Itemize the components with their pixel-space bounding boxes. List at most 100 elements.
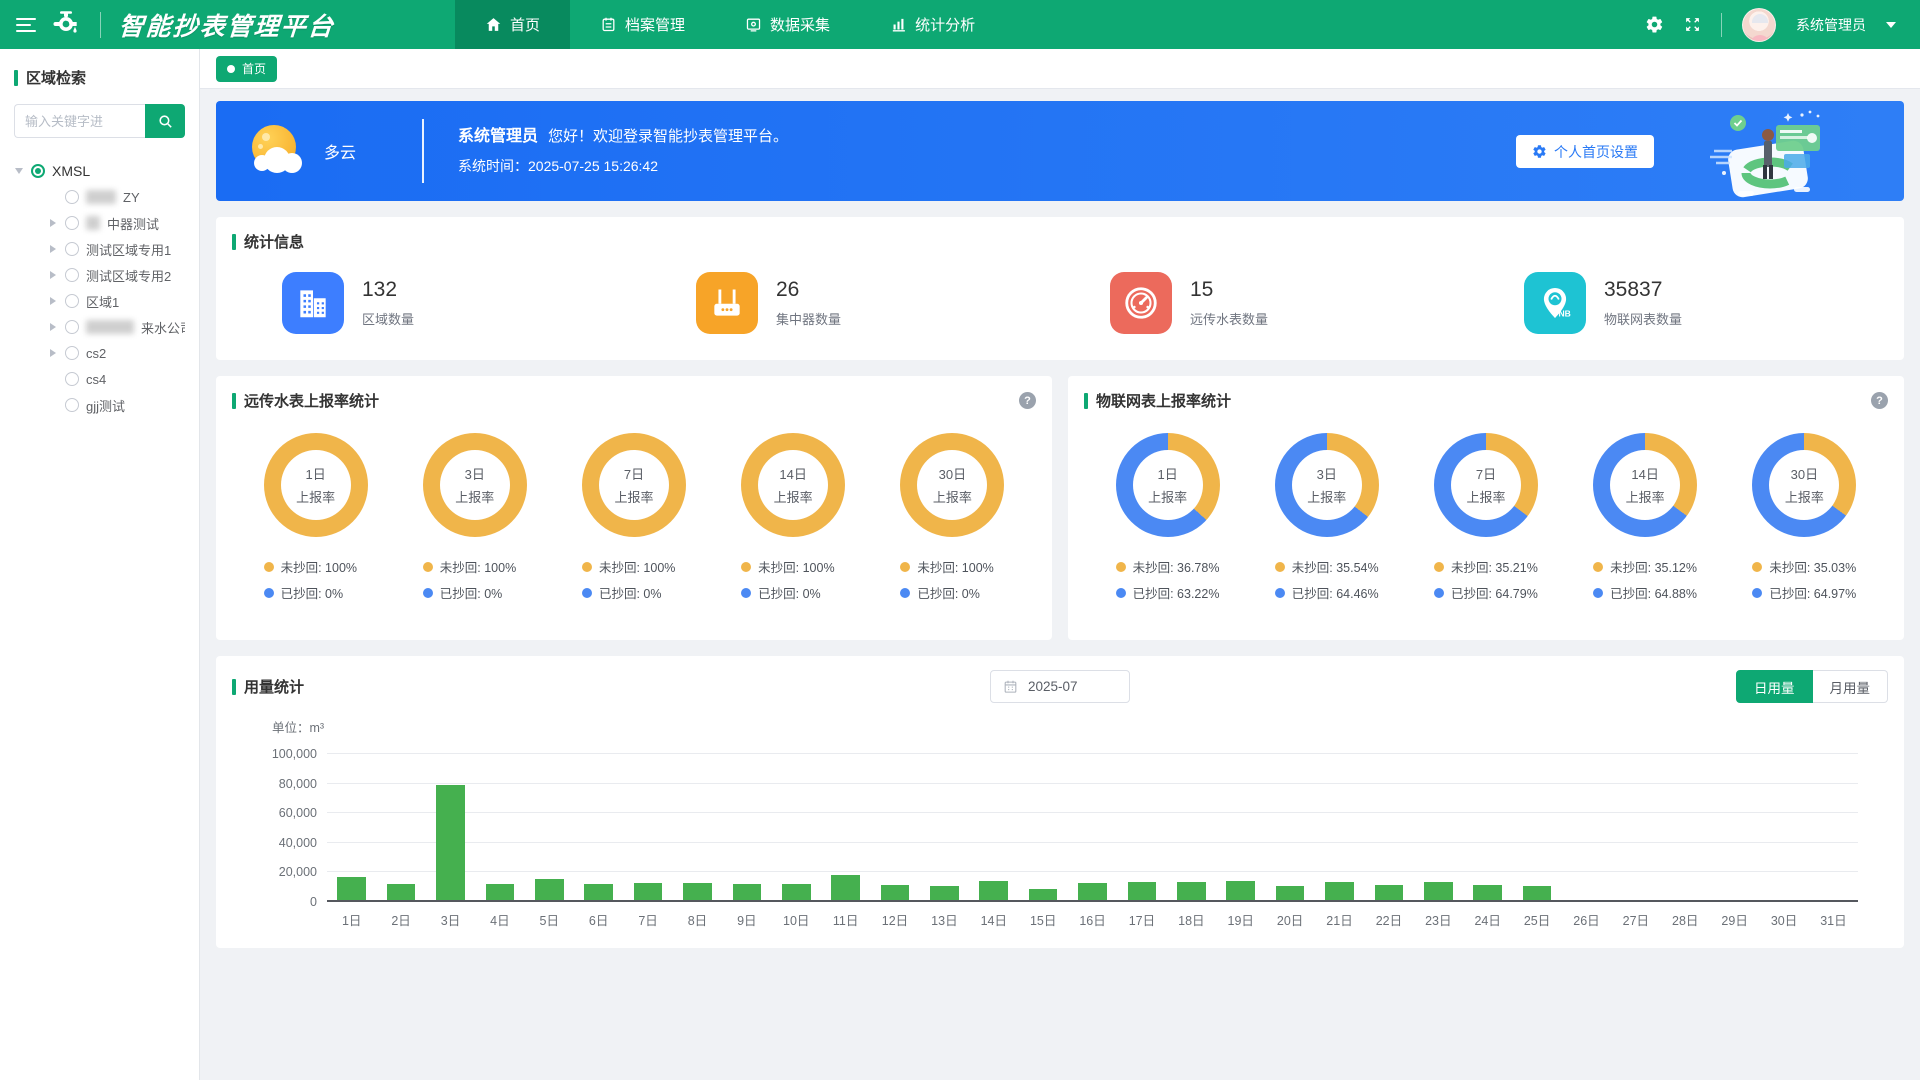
tree-node[interactable]: 中器测试 (14, 210, 185, 236)
top-navbar: 智能抄表管理平台 首页 档案管理 数据采集 统计分析 系统管理员 (0, 0, 1920, 49)
user-menu-caret-icon[interactable] (1886, 22, 1896, 28)
month-picker[interactable]: 2025-07 (990, 670, 1130, 703)
radio-unselected[interactable] (65, 216, 79, 230)
app-title: 智能抄表管理平台 (118, 7, 337, 43)
tree-node[interactable]: 测试区域专用1 (14, 236, 185, 262)
donut-ring: 30日上报率 (1752, 433, 1856, 537)
search-button[interactable] (145, 104, 185, 138)
tree-node[interactable]: cs4 (14, 366, 185, 392)
tree-node-label: ZY (123, 190, 140, 205)
tree-node-label: cs2 (86, 346, 106, 361)
tree-node[interactable]: cs2 (14, 340, 185, 366)
legend-dot-icon (423, 588, 433, 598)
tree-node[interactable]: gjj测试 (14, 392, 185, 418)
main-content: 首页 多云 系统管理员您好！欢迎登录智能抄表管理平台。 系统时间：2025-07… (200, 49, 1920, 1080)
radio-unselected[interactable] (65, 268, 79, 282)
calendar-icon (1003, 679, 1018, 694)
tag-home[interactable]: 首页 (216, 56, 277, 82)
legend-row: 未抄回: 35.21% (1434, 557, 1538, 576)
usage-bar-23日[interactable] (1424, 882, 1453, 902)
stat-value: 15 (1190, 278, 1268, 302)
tree-node-root[interactable]: XMSL (14, 158, 185, 184)
legend-row: 未抄回: 100% (741, 557, 834, 576)
monthly-usage-button[interactable]: 月用量 (1813, 670, 1889, 703)
nav-tab-home[interactable]: 首页 (455, 0, 570, 49)
tree-node[interactable]: 来水公司 (14, 314, 185, 340)
y-tick-label: 0 (310, 895, 317, 909)
expand-caret-icon[interactable] (50, 297, 56, 305)
sidebar: 区域检索 XMSL ZY中器测试测试区域专用1测试区域专用2区域1来水公司cs2… (0, 49, 200, 1080)
personal-home-settings-button[interactable]: 个人首页设置 (1516, 135, 1654, 168)
fullscreen-icon[interactable] (1684, 16, 1701, 33)
help-icon[interactable]: ? (1871, 392, 1888, 409)
search-icon (157, 113, 174, 130)
usage-bar-21日[interactable] (1325, 882, 1354, 902)
radio-unselected[interactable] (65, 294, 79, 308)
nav-tab-statistics[interactable]: 统计分析 (860, 0, 1005, 49)
legend-dot-icon (1434, 562, 1444, 572)
legend-row: 已抄回: 0% (264, 583, 357, 602)
hamburger-menu-icon[interactable] (16, 18, 36, 32)
x-tick-label: 27日 (1611, 910, 1660, 929)
settings-gear-icon[interactable] (1645, 15, 1664, 34)
usage-bar-5日[interactable] (535, 879, 564, 902)
stat-label: 远传水表数量 (1190, 309, 1268, 328)
expand-caret-icon[interactable] (50, 323, 56, 331)
radio-unselected[interactable] (65, 242, 79, 256)
usage-bar-1日[interactable] (337, 877, 366, 902)
radio-unselected[interactable] (65, 398, 79, 412)
help-icon[interactable]: ? (1019, 392, 1036, 409)
expand-caret-icon[interactable] (50, 349, 56, 357)
x-tick-label: 24日 (1463, 910, 1512, 929)
usage-bar-11日[interactable] (831, 875, 860, 902)
usage-bar-14日[interactable] (979, 881, 1008, 902)
region-search-input[interactable] (14, 104, 145, 138)
x-tick-label: 31日 (1809, 910, 1858, 929)
legend-row: 未抄回: 100% (582, 557, 675, 576)
expand-caret-icon[interactable] (50, 245, 56, 253)
donut-1日: 1日上报率未抄回: 36.78%已抄回: 63.22% (1116, 433, 1220, 602)
x-tick-label: 1日 (327, 910, 376, 929)
nav-tab-archives[interactable]: 档案管理 (570, 0, 715, 49)
legend-dot-icon (741, 588, 751, 598)
y-tick-label: 60,000 (279, 806, 317, 820)
x-tick-label: 8日 (673, 910, 722, 929)
donut-7日: 7日上报率未抄回: 100%已抄回: 0% (582, 433, 686, 602)
usage-bar-3日[interactable] (436, 785, 465, 902)
expand-caret-icon[interactable] (50, 271, 56, 279)
usage-bar-18日[interactable] (1177, 882, 1206, 902)
legend-row: 已抄回: 63.22% (1116, 583, 1220, 602)
legend-dot-icon (900, 588, 910, 598)
legend-dot-icon (423, 562, 433, 572)
stat-card-concentrators: 26集中器数量 (646, 272, 1060, 334)
radio-unselected[interactable] (65, 372, 79, 386)
donut-legend: 未抄回: 36.78%已抄回: 63.22% (1116, 557, 1220, 602)
tree-node[interactable]: ZY (14, 184, 185, 210)
donut-ring: 30日上报率 (900, 433, 1004, 537)
radio-unselected[interactable] (65, 190, 79, 204)
building-icon (282, 272, 344, 334)
radio-unselected[interactable] (65, 346, 79, 360)
user-avatar[interactable] (1742, 8, 1776, 42)
x-tick-label: 21日 (1315, 910, 1364, 929)
donut-3日: 3日上报率未抄回: 100%已抄回: 0% (423, 433, 527, 602)
redacted-text (86, 190, 116, 204)
usage-bar-17日[interactable] (1128, 882, 1157, 902)
stat-label: 区域数量 (362, 309, 414, 328)
x-tick-label: 11日 (821, 910, 870, 929)
tree-node[interactable]: 测试区域专用2 (14, 262, 185, 288)
donut-center-label: 7日上报率 (1451, 450, 1521, 520)
collapse-caret-icon[interactable] (15, 168, 23, 174)
expand-caret-icon[interactable] (50, 219, 56, 227)
tree-node[interactable]: 区域1 (14, 288, 185, 314)
radio-unselected[interactable] (65, 320, 79, 334)
daily-usage-button[interactable]: 日用量 (1736, 670, 1813, 703)
greeting-text: 系统管理员您好！欢迎登录智能抄表管理平台。 (458, 129, 788, 145)
x-tick-label: 29日 (1710, 910, 1759, 929)
radio-selected[interactable] (31, 164, 45, 178)
nav-tab-data-collection[interactable]: 数据采集 (715, 0, 860, 49)
donut-30日: 30日上报率未抄回: 100%已抄回: 0% (900, 433, 1004, 602)
donut-legend: 未抄回: 35.03%已抄回: 64.97% (1752, 557, 1856, 602)
usage-bar-19日[interactable] (1226, 881, 1255, 902)
x-tick-label: 28日 (1661, 910, 1710, 929)
